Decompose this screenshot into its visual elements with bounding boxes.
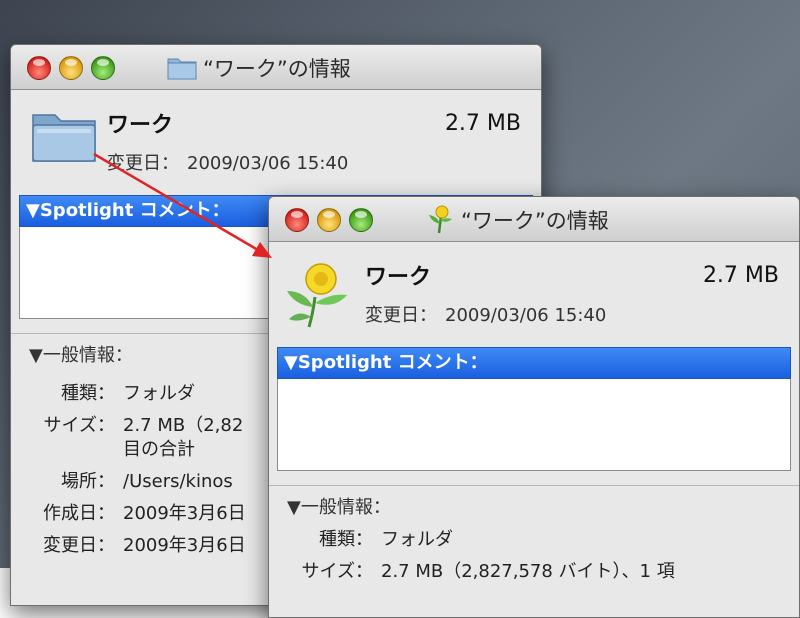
- info-value: 2.7 MB（2,82: [123, 415, 244, 436]
- info-row: 作成日： 2009年3月6日: [17, 499, 246, 525]
- info-value: フォルダ: [123, 383, 195, 404]
- zoom-button[interactable]: [349, 208, 373, 232]
- info-key: 種類：: [319, 529, 373, 550]
- info-row: サイズ： 2.7 MB（2,82: [17, 411, 244, 437]
- info-key: 場所：: [61, 471, 115, 492]
- info-value: 目の合計: [123, 439, 195, 460]
- title-bar[interactable]: “ワーク”の情報: [11, 45, 541, 90]
- general-info-header[interactable]: ▼一般情報：: [287, 493, 391, 519]
- spotlight-comment-header[interactable]: ▼Spotlight コメント：: [277, 347, 791, 379]
- info-key: 変更日：: [43, 535, 115, 556]
- info-row: 場所： /Users/kinos: [17, 467, 233, 493]
- close-button[interactable]: [285, 208, 309, 232]
- info-row: 種類： フォルダ: [275, 525, 453, 551]
- window-title: “ワーク”の情報: [203, 57, 351, 81]
- flower-icon: [287, 263, 347, 328]
- info-value: /Users/kinos: [123, 471, 233, 492]
- modified-value: 2009/03/06 15:40: [445, 305, 607, 326]
- modified-line: 変更日： 2009/03/06 15:40: [107, 149, 348, 175]
- minimize-button[interactable]: [59, 56, 83, 80]
- item-name: ワーク: [107, 113, 174, 138]
- close-button[interactable]: [27, 56, 51, 80]
- minimize-button[interactable]: [317, 208, 341, 232]
- window-title: “ワーク”の情報: [461, 209, 609, 233]
- modified-label: 変更日：: [107, 153, 179, 174]
- info-row: 目の合計: [17, 435, 195, 461]
- item-name: ワーク: [365, 265, 432, 290]
- modified-line: 変更日： 2009/03/06 15:40: [365, 301, 606, 327]
- item-size: 2.7 MB: [702, 263, 779, 288]
- zoom-button[interactable]: [91, 56, 115, 80]
- item-size: 2.7 MB: [444, 111, 521, 136]
- info-value: フォルダ: [381, 529, 453, 550]
- info-value: 2.7 MB（2,827,578 バイト）、1 項: [381, 561, 675, 582]
- info-window-front[interactable]: “ワーク”の情報 ワーク 2.7 MB 変更日： 2009/03/06 15:40…: [268, 196, 800, 618]
- divider: [269, 485, 799, 486]
- info-key: 作成日：: [43, 503, 115, 524]
- folder-icon: [167, 58, 197, 80]
- folder-icon: [32, 114, 96, 162]
- info-row: 種類： フォルダ: [17, 379, 195, 405]
- info-key: 種類：: [61, 383, 115, 404]
- info-key: サイズ：: [301, 561, 373, 582]
- info-row: サイズ： 2.7 MB（2,827,578 バイト）、1 項: [275, 557, 675, 583]
- title-bar[interactable]: “ワーク”の情報: [269, 197, 799, 242]
- info-value: 2009年3月6日: [123, 535, 246, 556]
- modified-label: 変更日：: [365, 305, 437, 326]
- info-key: サイズ：: [43, 415, 115, 436]
- info-value: 2009年3月6日: [123, 503, 246, 524]
- info-row: 変更日： 2009年3月6日: [17, 531, 246, 557]
- modified-value: 2009/03/06 15:40: [187, 153, 349, 174]
- flower-icon: [429, 205, 452, 234]
- spotlight-comment-input[interactable]: [277, 379, 791, 471]
- general-info-header[interactable]: ▼一般情報：: [29, 341, 133, 367]
